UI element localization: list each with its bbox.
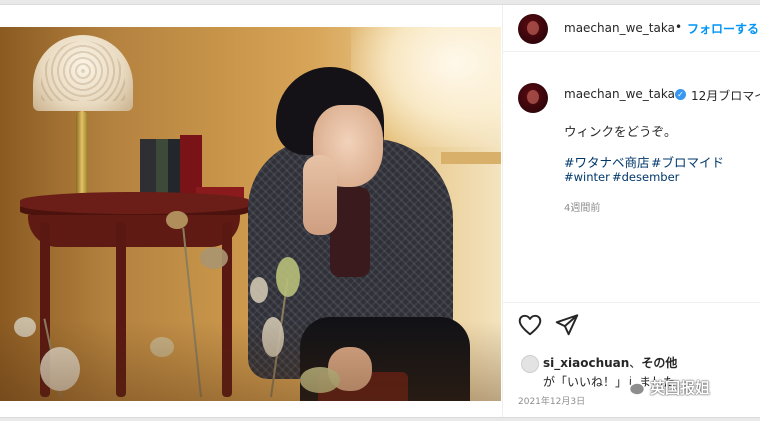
hashtag-link[interactable]: #desember [612,170,679,184]
book [140,139,156,199]
post-sidebar: maechan_we_taka • フォローする maechan_we_taka… [502,5,760,417]
lamp-stem [76,111,88,206]
divider [503,302,760,303]
photo-shadow [0,321,501,401]
table-apron [28,215,240,247]
dried-flower [276,257,300,297]
liker-avatar[interactable] [521,355,539,373]
share-icon[interactable] [554,312,580,338]
post-photo[interactable] [0,27,501,401]
book [168,139,180,199]
header-separator: • [675,20,683,34]
author-username[interactable]: maechan_we_taka [564,21,675,35]
watermark-text: 英国报姐 [650,378,711,397]
lamp-shade [33,35,133,111]
verified-badge-icon: ✓ [675,89,686,100]
window-sill [441,152,501,164]
hashtag-link[interactable]: #ブロマイド [651,152,724,171]
post-header: maechan_we_taka • フォローする [503,5,760,52]
person-hand [303,155,337,235]
heart-icon[interactable] [517,312,543,338]
hashtag-link[interactable]: #ワタナベ商店 [564,152,649,171]
caption-text: ウィンクをどうぞ。 [564,124,677,139]
post-dialog: maechan_we_taka • フォローする maechan_we_taka… [0,4,760,418]
book [156,139,168,199]
table-top [20,192,250,214]
dried-flower [250,277,268,303]
hashtag-link[interactable]: #winter [564,170,610,184]
caption-start: 12月ブロマイ [691,89,760,103]
liker-separator: 、 [629,356,642,370]
wechat-icon [620,377,646,396]
posted-time[interactable]: 4週間前 [564,199,600,214]
author-avatar[interactable] [518,14,548,44]
liked-by-line: si_xiaochuan、その他 [543,354,677,371]
dried-flower [166,211,188,229]
caption-username[interactable]: maechan_we_taka [564,87,675,101]
watermark: 英国报姐 [620,374,710,400]
caption-avatar[interactable] [518,83,548,113]
follow-button[interactable]: フォローする [687,20,759,37]
post-date: 2021年12月3日 [518,397,586,407]
liker-username[interactable]: si_xiaochuan [543,356,629,370]
dried-flower [200,247,228,269]
liked-by-others[interactable]: その他 [641,356,677,370]
